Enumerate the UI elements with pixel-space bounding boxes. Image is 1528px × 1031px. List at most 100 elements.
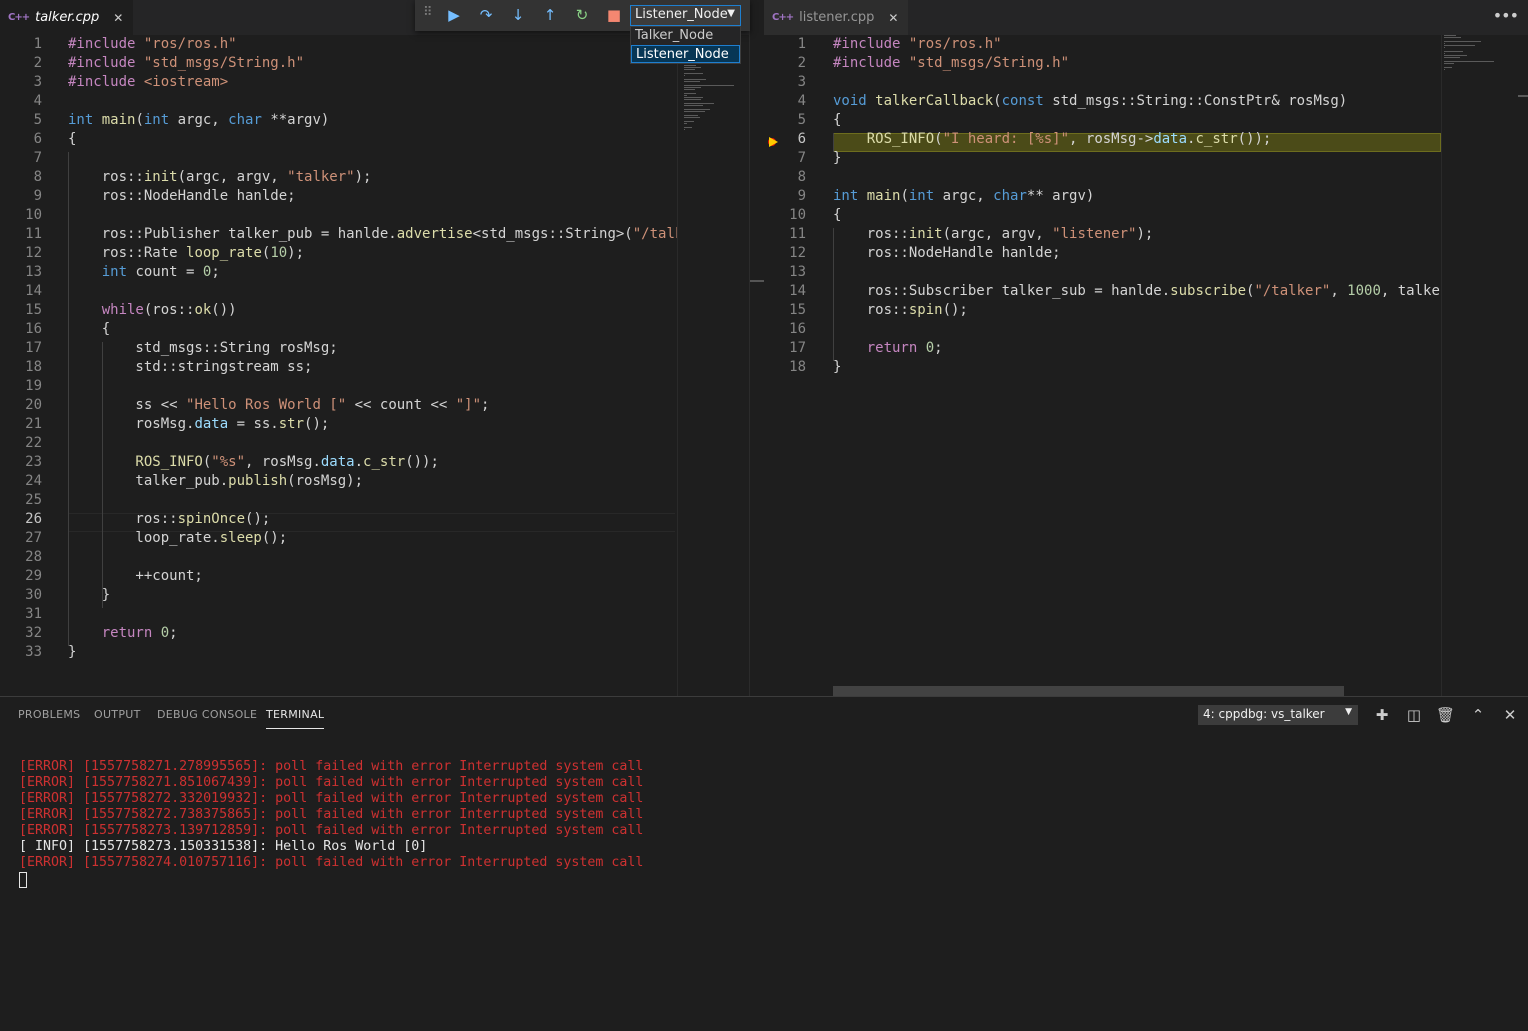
code-token: "I heard: [%s]" [942, 131, 1070, 147]
line-number: 10 [25, 207, 42, 223]
line-number: 11 [25, 226, 42, 242]
code-line[interactable]: 16 [764, 320, 1441, 339]
continue-icon[interactable]: ▶ [442, 3, 466, 27]
line-number: 3 [33, 74, 42, 90]
code-line[interactable]: 32 return 0; [0, 624, 677, 643]
code-token: while [68, 302, 144, 318]
new-terminal-icon[interactable]: ✚ [1373, 706, 1391, 724]
minimap[interactable] [677, 35, 749, 696]
restart-icon[interactable]: ↻ [570, 3, 594, 27]
stop-icon[interactable]: ■ [602, 3, 626, 27]
step-over-icon[interactable]: ↷ [474, 3, 498, 27]
code-line[interactable]: 6{ [0, 130, 677, 149]
code-line[interactable]: 5 int main(int argc, char **argv) [0, 111, 677, 130]
code-token: } [833, 150, 842, 166]
code-line[interactable]: 2 #include "std_msgs/String.h" [764, 54, 1441, 73]
debug-config-select[interactable]: Listener_Node ▼ [630, 5, 741, 26]
code-token: "std_msgs/String.h" [908, 55, 1070, 71]
code-token: publish [228, 473, 288, 489]
tab-output[interactable]: OUTPUT [94, 708, 141, 721]
code-line[interactable]: 7 [0, 149, 677, 168]
scrollbar-thumb[interactable] [1518, 95, 1528, 97]
code-text: int main(int argc, char **argv) [68, 111, 329, 130]
code-line[interactable]: 15 while(ros::ok()) [0, 301, 677, 320]
code-text: #include "ros/ros.h" [68, 35, 237, 54]
minimap[interactable] [1441, 35, 1528, 696]
drag-handle-icon[interactable]: ⠿ [423, 5, 432, 20]
splitter-handle [750, 280, 764, 282]
code-token: ** argv) [1026, 188, 1095, 204]
code-text: ros::Rate loop_rate(10); [68, 244, 304, 263]
code-line[interactable]: 12 ros::NodeHandle hanlde; [764, 244, 1441, 263]
code-line[interactable]: 7} [764, 149, 1441, 168]
code-line[interactable]: 4 void talkerCallback(const std_msgs::Str… [764, 92, 1441, 111]
code-line[interactable]: 5{ [764, 111, 1441, 130]
code-line[interactable]: 10 { [764, 206, 1441, 225]
tab-problems[interactable]: PROBLEMS [18, 708, 80, 721]
terminal-line: [ERROR] [1557758273.139712859]: poll fai… [19, 823, 644, 838]
code-line[interactable]: 8 [764, 168, 1441, 187]
kill-terminal-icon[interactable]: 🗑 [1436, 706, 1455, 724]
code-line[interactable]: 2 #include "std_msgs/String.h" [0, 54, 677, 73]
line-number: 32 [25, 625, 42, 641]
code-line[interactable]: 4 [0, 92, 677, 111]
code-token: , rosMsg. [245, 454, 321, 470]
code-editor[interactable]: 1 #include "ros/ros.h" 2 #include "std_msgs… [764, 35, 1528, 696]
line-number: 25 [25, 492, 42, 508]
close-icon[interactable]: ✕ [113, 11, 123, 25]
tab-debug-console[interactable]: DEBUG CONSOLE [157, 708, 257, 721]
code-line[interactable]: 33} [0, 643, 677, 662]
code-line[interactable]: 1 #include "ros/ros.h" [0, 35, 677, 54]
code-line[interactable]: 15 ros::spin(); [764, 301, 1441, 320]
tab-listener-cpp[interactable]: C++ listener.cpp ✕ [764, 0, 909, 35]
code-line[interactable]: 18} [764, 358, 1441, 377]
more-actions-icon[interactable]: ••• [1493, 6, 1519, 25]
dropdown-option-listener[interactable]: Listener_Node [631, 45, 740, 63]
step-into-icon[interactable]: ↓ [506, 3, 530, 27]
minimap-line [684, 87, 701, 88]
code-token: ; [934, 340, 943, 356]
terminal-output[interactable]: [ERROR] [1557758271.278995565]: poll fai… [19, 759, 643, 888]
code-token: ( [934, 131, 943, 147]
code-token: (); [304, 416, 330, 432]
code-line[interactable]: 10 [0, 206, 677, 225]
code-token: { [833, 207, 842, 223]
step-out-icon[interactable]: ↑ [538, 3, 562, 27]
code-line[interactable]: 13 int count = 0; [0, 263, 677, 282]
code-line[interactable]: 1 #include "ros/ros.h" [764, 35, 1441, 54]
tab-talker-cpp[interactable]: C++ talker.cpp ✕ [0, 0, 134, 35]
code-token: << count << [346, 397, 456, 413]
code-line[interactable]: 8 ros::init(argc, argv, "talker"); [0, 168, 677, 187]
code-token: #include [68, 74, 144, 90]
editor-splitter[interactable] [749, 0, 764, 696]
terminal-select[interactable]: 4: cppdbg: vs_talker ▼ [1198, 705, 1358, 725]
line-number: 2 [797, 55, 806, 71]
code-line[interactable]: 11 ros::init(argc, argv, "listener"); [764, 225, 1441, 244]
close-panel-icon[interactable]: ✕ [1501, 706, 1519, 724]
code-line[interactable]: 17 return 0; [764, 339, 1441, 358]
code-line[interactable]: 9 ros::NodeHandle hanlde; [0, 187, 677, 206]
code-line[interactable]: 11 ros::Publisher talker_pub = hanlde.ad… [0, 225, 749, 244]
code-line[interactable]: 12 ros::Rate loop_rate(10); [0, 244, 677, 263]
code-line[interactable]: 9 int main(int argc, char** argv) [764, 187, 1441, 206]
code-line[interactable]: 3 #include <iostream> [0, 73, 677, 92]
code-line[interactable]: 14 [0, 282, 677, 301]
code-line[interactable]: 13 [764, 263, 1441, 282]
code-token: **argv) [270, 112, 330, 128]
line-number: 11 [789, 226, 806, 242]
code-text: return 0; [68, 624, 178, 643]
code-line[interactable]: 14 ros::Subscriber talker_sub = hanlde.s… [764, 282, 1528, 301]
dropdown-option-talker[interactable]: Talker_Node [631, 27, 740, 45]
code-token: "ros/ros.h" [908, 36, 1002, 52]
code-line[interactable]: 6 ROS_INFO("I heard: [%s]", rosMsg->data… [764, 130, 1441, 149]
close-icon[interactable]: ✕ [888, 11, 898, 25]
code-line[interactable]: 3 [764, 73, 1441, 92]
minimap-line [684, 127, 692, 128]
tab-terminal[interactable]: TERMINAL [266, 708, 325, 729]
code-token: main [866, 188, 901, 204]
code-editor[interactable]: 1 #include "ros/ros.h" 2 #include "std_msgs… [0, 35, 749, 696]
code-line[interactable]: 16 { [0, 320, 677, 339]
minimap-line [684, 89, 695, 90]
maximize-panel-icon[interactable]: ⌃ [1469, 706, 1487, 724]
split-terminal-icon[interactable]: ◫ [1405, 706, 1423, 724]
